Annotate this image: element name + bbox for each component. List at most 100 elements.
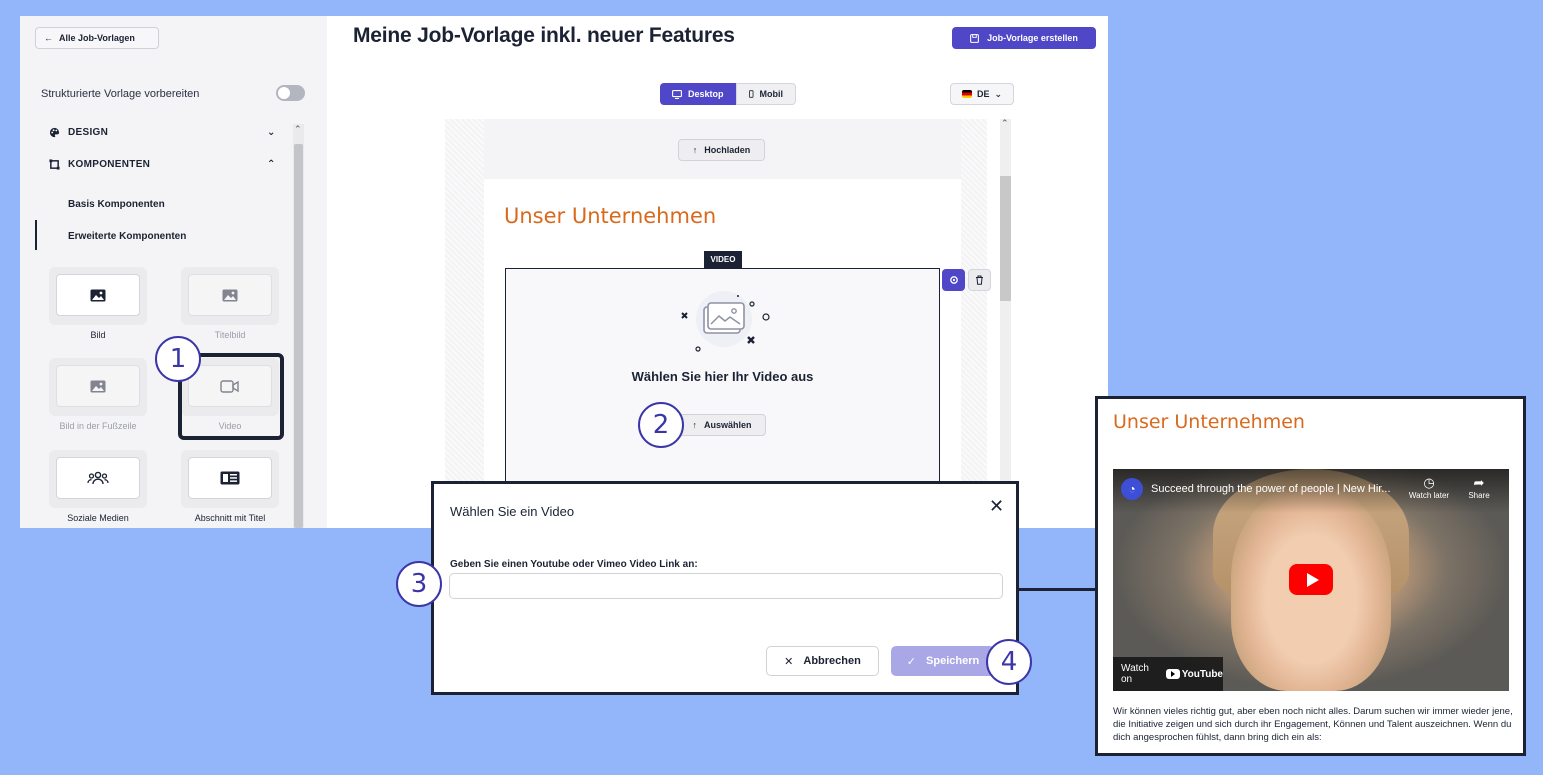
- people-icon: [87, 471, 109, 485]
- mobile-tab[interactable]: Mobil: [736, 83, 796, 105]
- sidebar-item-advanced-components[interactable]: Erweiterte Komponenten: [68, 231, 186, 242]
- canvas-scroll-up-icon[interactable]: ⌃: [1001, 118, 1009, 129]
- share-icon: ➦: [1473, 475, 1485, 490]
- image-icon: [90, 289, 106, 301]
- close-icon: ✕: [784, 655, 794, 668]
- component-title-image-label: Titelbild: [214, 330, 246, 340]
- upload-area: ↑ Hochladen: [484, 119, 961, 179]
- component-footer-image-label: Bild in der Fußzeile: [59, 421, 137, 431]
- save-icon: [970, 33, 979, 43]
- upload-button[interactable]: ↑ Hochladen: [678, 139, 765, 161]
- dialog-title: Wählen Sie ein Video: [450, 504, 575, 519]
- canvas-scrollbar-thumb[interactable]: [1000, 176, 1011, 301]
- language-label: DE: [976, 89, 990, 99]
- sidebar: ← Alle Job-Vorlagen Strukturierte Vorlag…: [20, 16, 327, 528]
- component-image[interactable]: [49, 267, 147, 325]
- chevron-down-icon: ⌄: [994, 88, 1003, 99]
- language-select[interactable]: DE ⌄: [950, 83, 1014, 105]
- cancel-button-label: Abbrechen: [803, 655, 861, 667]
- save-button-label: Speichern: [926, 655, 980, 667]
- scroll-up-icon[interactable]: ⌃: [294, 124, 302, 135]
- structured-template-toggle[interactable]: [276, 85, 305, 101]
- channel-logo-icon[interactable]: ◔: [1121, 478, 1143, 500]
- arrow-up-icon: ↑: [692, 145, 698, 155]
- back-to-templates-button[interactable]: ← Alle Job-Vorlagen: [35, 27, 159, 49]
- section-components[interactable]: KOMPONENTEN ⌃: [49, 159, 275, 170]
- mobile-tab-label: Mobil: [759, 89, 784, 99]
- watch-on-label: Watch on: [1121, 663, 1149, 685]
- video-settings-button[interactable]: [942, 269, 965, 291]
- video-component-tag: VIDEO: [704, 251, 742, 268]
- youtube-play-icon: [1165, 669, 1180, 679]
- youtube-video-title[interactable]: Succeed through the power of people | Ne…: [1151, 483, 1401, 495]
- section-design-label: DESIGN: [68, 127, 109, 138]
- check-icon: ✓: [906, 655, 917, 668]
- component-footer-image[interactable]: [49, 358, 147, 416]
- video-link-input[interactable]: [449, 573, 1003, 599]
- preview-connector-line: [1019, 588, 1096, 591]
- create-template-button[interactable]: Job-Vorlage erstellen: [952, 27, 1096, 49]
- editor-window: ← Alle Job-Vorlagen Strukturierte Vorlag…: [20, 16, 1108, 528]
- upload-button-label: Hochladen: [704, 145, 751, 155]
- video-delete-button[interactable]: [968, 269, 991, 291]
- active-indicator: [35, 220, 37, 250]
- video-link-label: Geben Sie einen Youtube oder Vimeo Video…: [450, 559, 698, 570]
- trash-icon: [976, 275, 983, 285]
- preview-heading: Unser Unternehmen: [1113, 411, 1305, 433]
- section-components-label: KOMPONENTEN: [68, 159, 151, 170]
- watch-later-label: Watch later: [1408, 491, 1450, 500]
- watch-on-youtube-button[interactable]: Watch on YouTube: [1113, 657, 1223, 691]
- chevron-down-icon: ⌄: [267, 127, 276, 138]
- arrow-up-icon: ↑: [692, 420, 697, 430]
- sidebar-item-basic-components[interactable]: Basis Komponenten: [68, 199, 165, 210]
- german-flag-icon: [961, 90, 972, 98]
- preview-panel: Unser Unternehmen ◔ Succeed through the …: [1095, 396, 1526, 756]
- component-section-title[interactable]: [181, 450, 279, 508]
- play-button[interactable]: [1289, 564, 1333, 595]
- mobile-icon: [749, 90, 754, 98]
- step-marker-2: 2: [638, 402, 684, 448]
- section-design[interactable]: DESIGN ⌄: [49, 127, 275, 138]
- watch-later-button[interactable]: ◷ Watch later: [1405, 475, 1453, 500]
- structured-template-label: Strukturierte Vorlage vorbereiten: [41, 88, 200, 100]
- choose-video-dialog: Wählen Sie ein Video ✕ Geben Sie einen Y…: [431, 481, 1019, 695]
- select-video-label: Auswählen: [703, 420, 752, 430]
- desktop-tab-label: Desktop: [688, 89, 724, 99]
- component-social-media[interactable]: [49, 450, 147, 508]
- desktop-tab[interactable]: Desktop: [660, 83, 736, 105]
- image-icon: [90, 380, 106, 392]
- device-switch: Desktop Mobil: [660, 83, 796, 105]
- share-label: Share: [1468, 491, 1490, 500]
- youtube-logo-text: YouTube: [1181, 668, 1223, 680]
- components-icon: [49, 159, 60, 170]
- gear-icon: [949, 276, 958, 284]
- image-placeholder-icon: [681, 291, 770, 352]
- component-section-title-label: Abschnitt mit Titel: [194, 513, 266, 523]
- desktop-icon: [672, 89, 682, 99]
- cancel-button[interactable]: ✕ Abbrechen: [766, 646, 879, 676]
- palette-icon: [49, 127, 60, 138]
- choose-video-text: Wählen Sie hier Ihr Video aus: [631, 369, 814, 384]
- sidebar-scrollbar-thumb[interactable]: [294, 144, 303, 528]
- component-title-image[interactable]: [181, 267, 279, 325]
- section-title-icon: [220, 471, 240, 485]
- back-button-label: Alle Job-Vorlagen: [59, 33, 135, 43]
- step-marker-1: 1: [155, 336, 201, 382]
- component-image-label: Bild: [90, 330, 106, 340]
- close-icon[interactable]: ✕: [989, 496, 1004, 517]
- component-social-media-label: Soziale Medien: [67, 513, 129, 523]
- youtube-embed[interactable]: ◔ Succeed through the power of people | …: [1113, 469, 1509, 691]
- step-marker-4: 4: [986, 639, 1032, 685]
- step-marker-3: 3: [396, 561, 442, 607]
- clock-icon: ◷: [1423, 475, 1435, 490]
- save-button[interactable]: ✓ Speichern: [891, 646, 995, 676]
- create-template-label: Job-Vorlage erstellen: [987, 33, 1078, 43]
- chevron-up-icon: ⌃: [267, 159, 276, 170]
- image-icon: [222, 289, 238, 301]
- page-title: Meine Job-Vorlage inkl. neuer Features: [353, 24, 735, 47]
- select-video-button[interactable]: ↑ Auswählen: [678, 414, 766, 436]
- arrow-left-icon: ←: [44, 33, 53, 43]
- share-button[interactable]: ➦ Share: [1459, 475, 1499, 500]
- preview-body-text: Wir können vieles richtig gut, aber eben…: [1113, 706, 1513, 743]
- youtube-logo: YouTube: [1165, 668, 1223, 680]
